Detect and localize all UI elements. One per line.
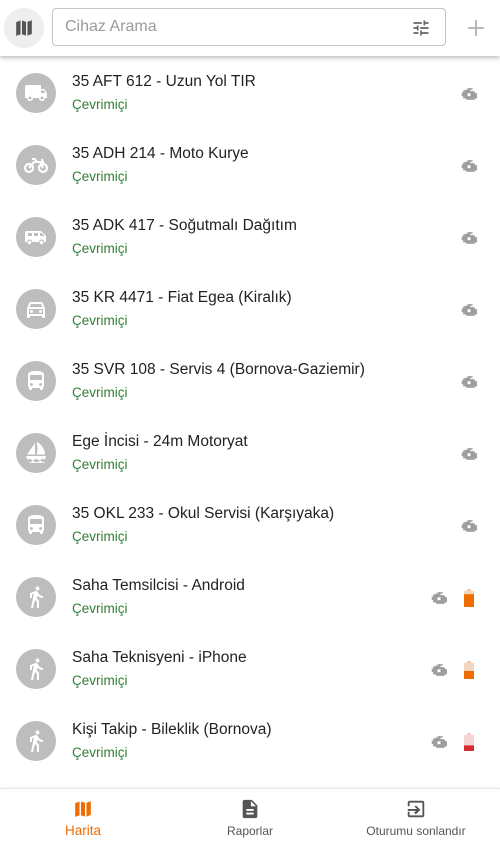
device-list: 35 AFT 612 - Uzun Yol TIR Çevrimiçi 35 A… <box>0 57 500 777</box>
device-name: 35 OKL 233 - Okul Servisi (Karşıyaka) <box>72 505 335 522</box>
map-icon <box>16 20 32 36</box>
device-status: Çevrimiçi <box>72 97 128 112</box>
device-avatar <box>16 73 56 113</box>
device-list-item[interactable]: 35 KR 4471 - Fiat Egea (Kiralık) Çevrimi… <box>0 273 500 345</box>
battery-icon <box>464 589 474 607</box>
device-status: Çevrimiçi <box>72 457 128 472</box>
device-avatar <box>16 577 56 617</box>
device-list-item[interactable]: 35 AFT 612 - Uzun Yol TIR Çevrimiçi <box>0 57 500 129</box>
add-device-button[interactable] <box>462 14 490 42</box>
device-name: 35 ADK 417 - Soğutmalı Dağıtım <box>72 217 297 234</box>
person-walking-icon <box>30 586 43 608</box>
van-icon <box>25 231 46 245</box>
plus-icon <box>468 20 484 36</box>
device-status: Çevrimiçi <box>72 169 128 184</box>
device-name: 35 ADH 214 - Moto Kurye <box>72 145 249 162</box>
device-list-item[interactable]: 35 ADK 417 - Soğutmalı Dağıtım Çevrimiçi <box>0 201 500 273</box>
engine-icon <box>431 736 447 748</box>
bus-icon <box>28 371 44 390</box>
device-status: Çevrimiçi <box>72 601 128 616</box>
device-list-item[interactable]: Kişi Takip - Bileklik (Bornova) Çevrimiç… <box>0 705 500 777</box>
device-status: Çevrimiçi <box>72 745 128 760</box>
device-name: Ege İncisi - 24m Motoryat <box>72 433 248 450</box>
device-status: Çevrimiçi <box>72 385 128 400</box>
map-icon <box>75 801 91 817</box>
search-input[interactable] <box>65 9 385 45</box>
device-status: Çevrimiçi <box>72 313 128 328</box>
device-avatar <box>16 289 56 329</box>
document-icon <box>242 799 258 819</box>
engine-icon <box>431 664 447 676</box>
motorcycle-icon <box>23 158 49 174</box>
device-avatar <box>16 721 56 761</box>
device-list-item[interactable]: Saha Temsilcisi - Android Çevrimiçi <box>0 561 500 633</box>
device-avatar <box>16 649 56 689</box>
truck-icon <box>25 85 47 101</box>
device-list-item[interactable]: 35 OKL 233 - Okul Servisi (Karşıyaka) Çe… <box>0 489 500 561</box>
top-bar <box>0 0 500 56</box>
device-name: 35 KR 4471 - Fiat Egea (Kiralık) <box>72 289 292 306</box>
car-icon <box>27 302 45 318</box>
device-name: Saha Temsilcisi - Android <box>72 577 245 594</box>
person-walking-icon <box>30 730 43 752</box>
engine-icon <box>461 232 477 244</box>
engine-icon <box>461 520 477 532</box>
engine-icon <box>461 88 477 100</box>
tab-reports-label: Raporlar <box>226 824 274 838</box>
device-status: Çevrimiçi <box>72 673 128 688</box>
engine-icon <box>461 448 477 460</box>
device-avatar <box>16 505 56 545</box>
device-list-item[interactable]: Ege İncisi - 24m Motoryat Çevrimiçi <box>0 417 500 489</box>
device-list-item[interactable]: 35 SVR 108 - Servis 4 (Bornova-Gaziemir)… <box>0 345 500 417</box>
device-list-item[interactable]: Saha Teknisyeni - iPhone Çevrimiçi <box>0 633 500 705</box>
boat-icon <box>26 442 46 463</box>
engine-icon <box>431 592 447 604</box>
device-avatar <box>16 361 56 401</box>
bottom-navigation: Harita Raporlar Oturumu sonlandır <box>0 788 500 845</box>
tab-logout[interactable]: Oturumu sonlandır <box>333 789 499 845</box>
device-avatar <box>16 433 56 473</box>
search-field <box>52 8 446 46</box>
device-name: 35 AFT 612 - Uzun Yol TIR <box>72 73 256 90</box>
tab-logout-label: Oturumu sonlandır <box>366 824 466 838</box>
logout-icon <box>407 800 425 818</box>
map-toggle-button[interactable] <box>4 8 44 48</box>
engine-icon <box>461 376 477 388</box>
engine-icon <box>461 160 477 172</box>
device-status: Çevrimiçi <box>72 241 128 256</box>
device-list-item[interactable]: 35 ADH 214 - Moto Kurye Çevrimiçi <box>0 129 500 201</box>
device-name: 35 SVR 108 - Servis 4 (Bornova-Gaziemir) <box>72 361 365 378</box>
engine-icon <box>461 304 477 316</box>
filter-tune-icon[interactable] <box>411 18 431 38</box>
device-status: Çevrimiçi <box>72 529 128 544</box>
battery-icon <box>464 733 474 751</box>
bus-icon <box>28 515 44 534</box>
person-walking-icon <box>30 658 43 680</box>
device-avatar <box>16 145 56 185</box>
battery-icon <box>464 661 474 679</box>
tab-reports[interactable]: Raporlar <box>167 789 333 845</box>
device-name: Kişi Takip - Bileklik (Bornova) <box>72 721 272 738</box>
device-name: Saha Teknisyeni - iPhone <box>72 649 247 666</box>
device-avatar <box>16 217 56 257</box>
tab-map-label: Harita <box>64 823 101 838</box>
tab-map[interactable]: Harita <box>0 789 166 845</box>
